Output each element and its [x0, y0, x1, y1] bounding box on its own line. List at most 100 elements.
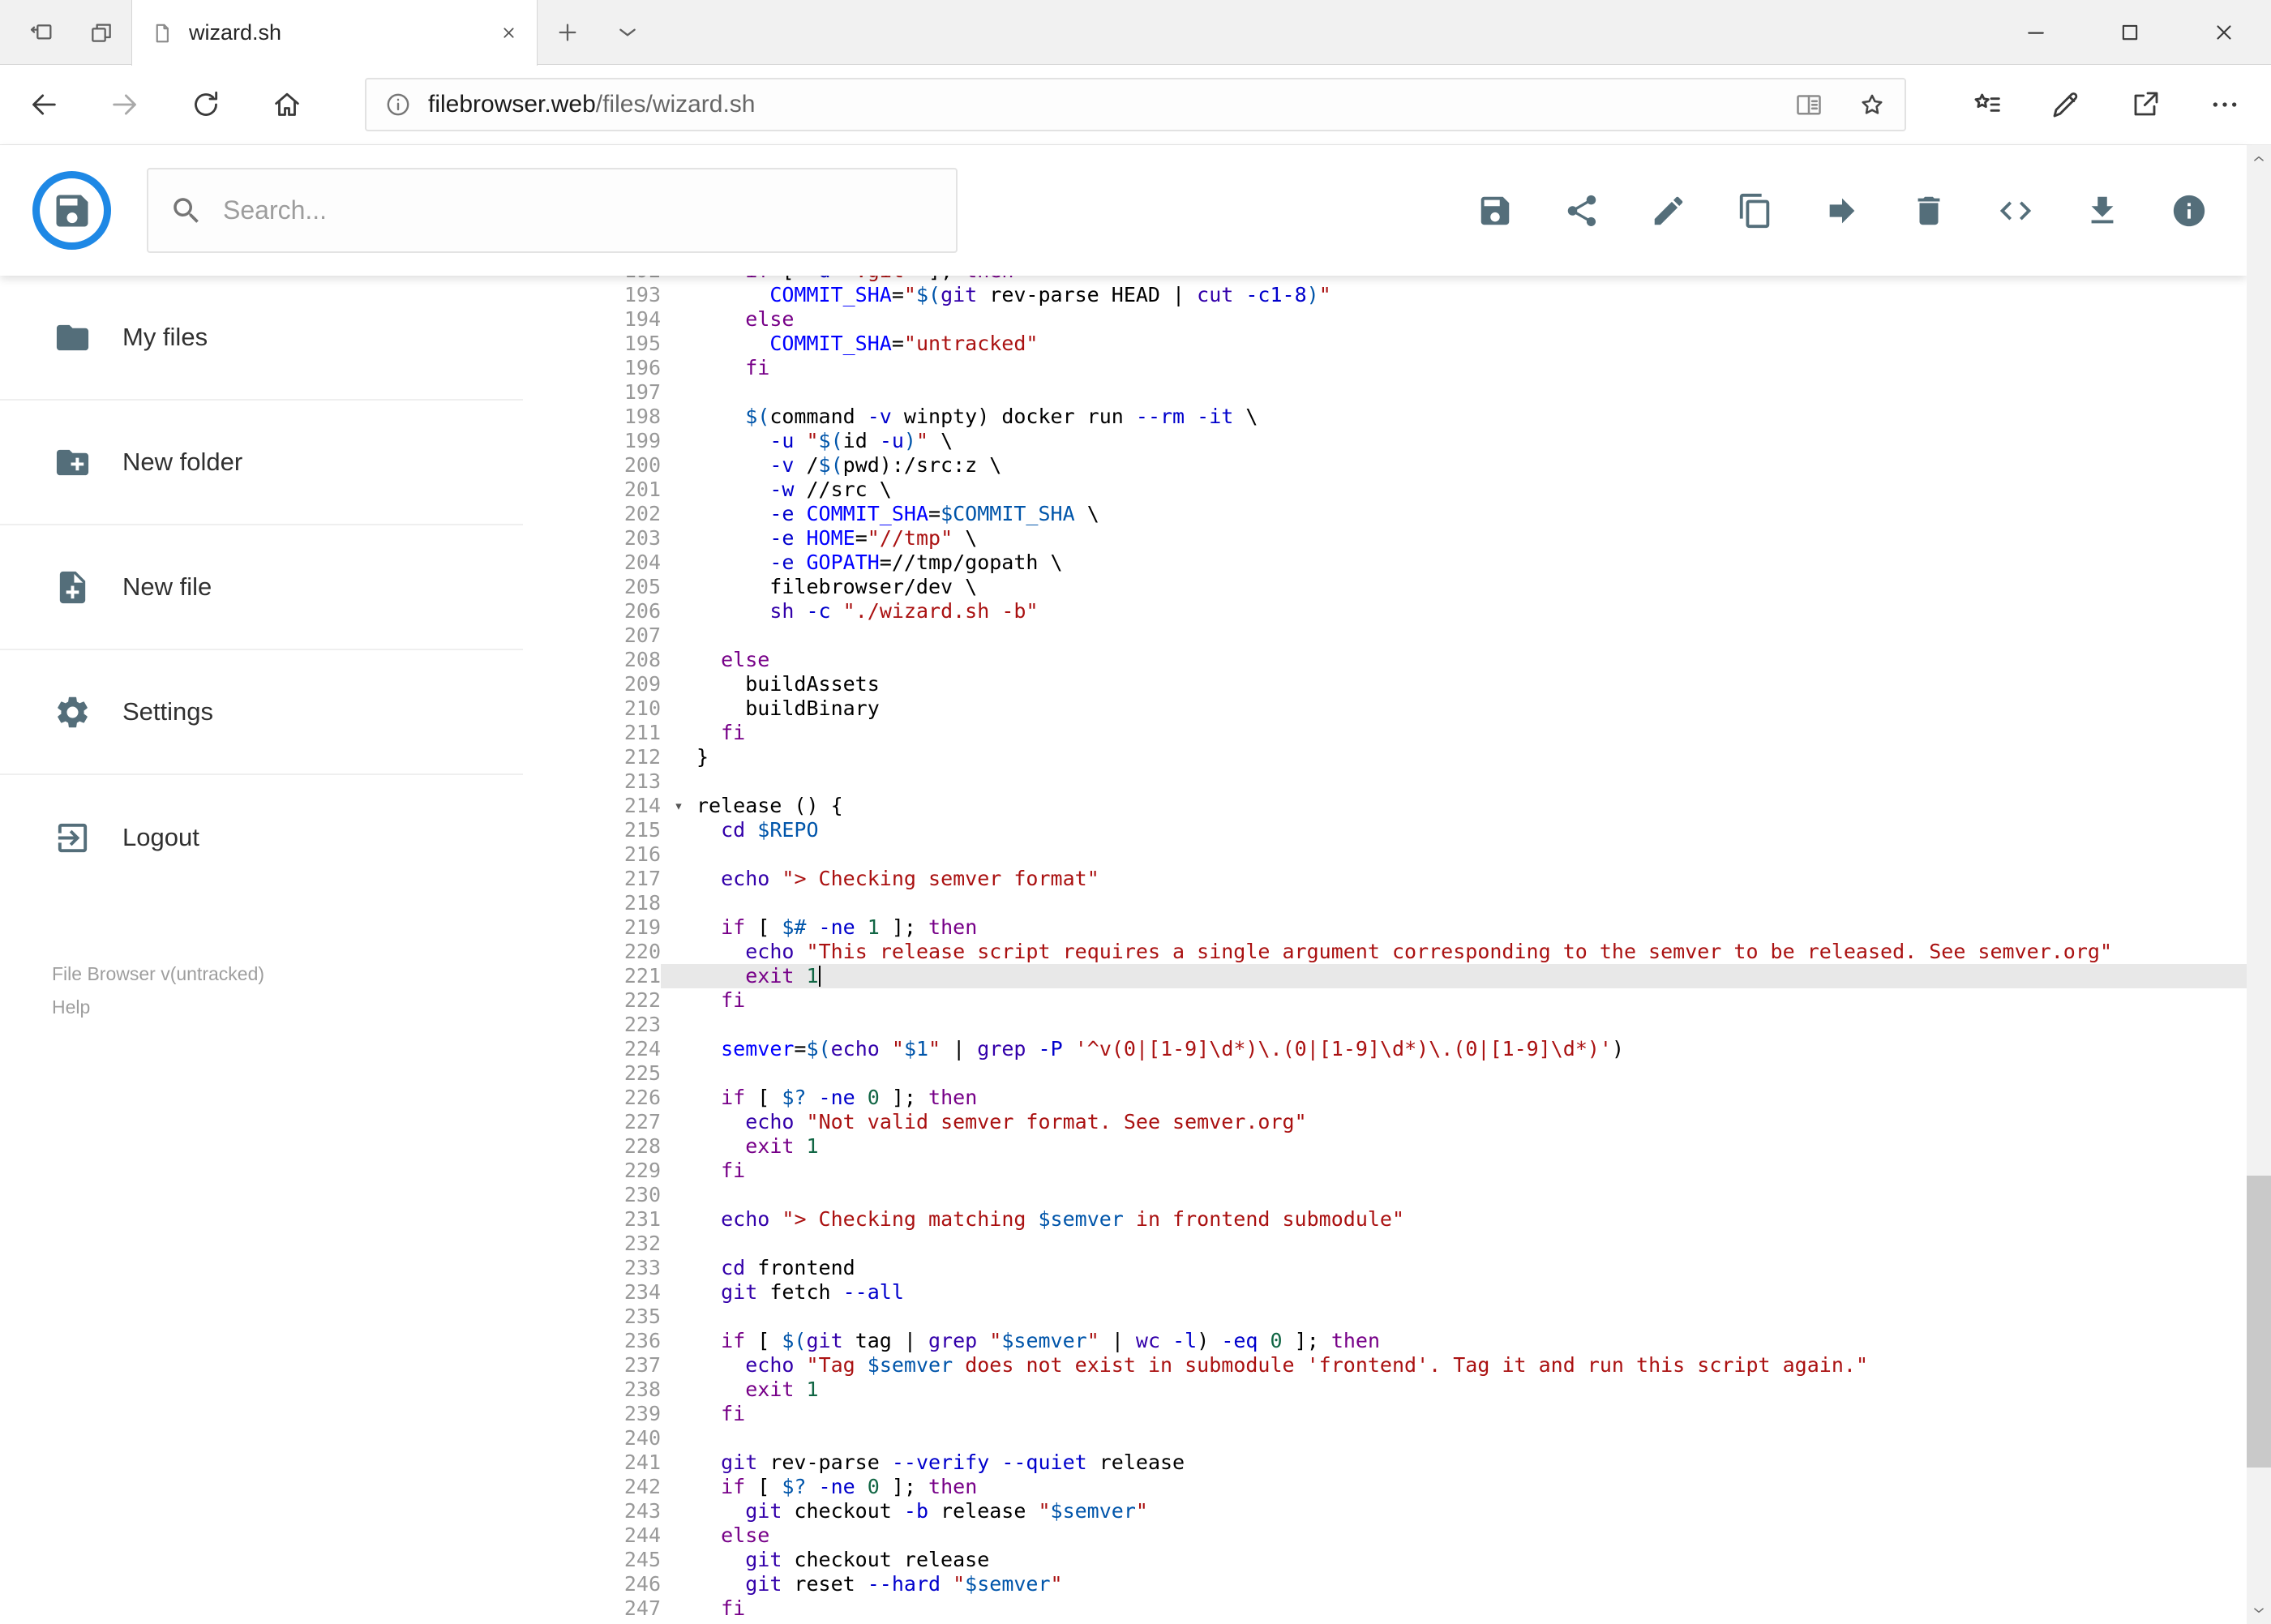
code-line[interactable]: 229 fi — [523, 1159, 2247, 1183]
code-line[interactable]: 201 -w //src \ — [523, 478, 2247, 502]
code-line[interactable]: 214 ▾ release () { — [523, 794, 2247, 818]
code-line[interactable]: 216 — [523, 842, 2247, 867]
code-line[interactable]: 232 — [523, 1232, 2247, 1256]
code-line[interactable]: 194 else — [523, 307, 2247, 332]
favorite-star-icon[interactable] — [1858, 90, 1887, 119]
page-info-icon[interactable] — [384, 91, 412, 118]
hub-button[interactable] — [1947, 65, 2026, 144]
code-line[interactable]: 207 — [523, 623, 2247, 648]
reading-view-icon[interactable] — [1794, 90, 1823, 119]
code-line[interactable]: 211 fi — [523, 721, 2247, 745]
code-line[interactable]: 238 exit 1 — [523, 1378, 2247, 1402]
code-line[interactable]: 202 -e COMMIT_SHA=$COMMIT_SHA \ — [523, 502, 2247, 526]
copy-button[interactable] — [1712, 167, 1798, 254]
code-line[interactable]: 204 -e GOPATH=//tmp/gopath \ — [523, 551, 2247, 575]
code-line[interactable]: 205 filebrowser/dev \ — [523, 575, 2247, 599]
code-line[interactable]: 200 -v /$(pwd):/src:z \ — [523, 453, 2247, 478]
code-line[interactable]: 219 if [ $# -ne 1 ]; then — [523, 915, 2247, 940]
code-line[interactable]: 217 echo "> Checking semver format" — [523, 867, 2247, 891]
code-line[interactable]: 222 fi — [523, 988, 2247, 1013]
code-editor[interactable]: 192 if [ -d ".git" ]; then193 COMMIT_SHA… — [523, 276, 2247, 1624]
code-line[interactable]: 212} — [523, 745, 2247, 769]
info-button[interactable] — [2145, 167, 2232, 254]
code-line[interactable]: 244 else — [523, 1523, 2247, 1548]
back-button[interactable] — [3, 65, 84, 144]
search-bar[interactable] — [147, 168, 958, 253]
scroll-up-icon[interactable] — [2247, 145, 2271, 173]
move-button[interactable] — [1798, 167, 1885, 254]
code-line[interactable]: 245 git checkout release — [523, 1548, 2247, 1572]
code-line[interactable]: 195 COMMIT_SHA="untracked" — [523, 332, 2247, 356]
code-line[interactable]: 210 buildBinary — [523, 696, 2247, 721]
code-line[interactable]: 231 echo "> Checking matching $semver in… — [523, 1207, 2247, 1232]
url-field[interactable]: filebrowser.web/files/wizard.sh — [365, 78, 1906, 131]
code-line[interactable]: 196 fi — [523, 356, 2247, 380]
share-button[interactable] — [1538, 167, 1625, 254]
sidebar-item-logout[interactable]: Logout — [0, 775, 523, 900]
scrollbar-thumb[interactable] — [2247, 1176, 2271, 1468]
code-line[interactable]: 227 echo "Not valid semver format. See s… — [523, 1110, 2247, 1134]
delete-button[interactable] — [1885, 167, 1972, 254]
scroll-down-icon[interactable] — [2247, 1596, 2271, 1624]
code-line[interactable]: 224 semver=$(echo "$1" | grep -P '^v(0|[… — [523, 1037, 2247, 1061]
sidebar-item-new-file[interactable]: New file — [0, 525, 523, 650]
code-line[interactable]: 235 — [523, 1305, 2247, 1329]
sidebar-item-my-files[interactable]: My files — [0, 276, 523, 401]
code-line[interactable]: 218 — [523, 891, 2247, 915]
code-line[interactable]: 193 COMMIT_SHA="$(git rev-parse HEAD | c… — [523, 283, 2247, 307]
refresh-button[interactable] — [165, 65, 246, 144]
code-line[interactable]: 209 buildAssets — [523, 672, 2247, 696]
search-input[interactable] — [223, 195, 935, 225]
code-line[interactable]: 197 — [523, 380, 2247, 405]
code-line[interactable]: 234 git fetch --all — [523, 1280, 2247, 1305]
sidebar-item-new-folder[interactable]: New folder — [0, 401, 523, 525]
help-link[interactable]: Help — [52, 996, 523, 1018]
tabs-preview-icon[interactable] — [71, 0, 131, 65]
code-line[interactable]: 199 -u "$(id -u)" \ — [523, 429, 2247, 453]
download-button[interactable] — [2059, 167, 2145, 254]
code-line[interactable]: 237 echo "Tag $semver does not exist in … — [523, 1353, 2247, 1378]
code-line[interactable]: 225 — [523, 1061, 2247, 1086]
code-line[interactable]: 239 fi — [523, 1402, 2247, 1426]
set-tabs-aside-icon[interactable] — [11, 0, 71, 65]
code-line[interactable]: 220 echo "This release script requires a… — [523, 940, 2247, 964]
code-line[interactable]: 247 fi — [523, 1596, 2247, 1621]
code-line[interactable]: 192 if [ -d ".git" ]; then — [523, 276, 2247, 283]
code-line[interactable]: 206 sh -c "./wizard.sh -b" — [523, 599, 2247, 623]
tab-close-icon[interactable] — [499, 23, 519, 43]
code-line[interactable]: 233 cd frontend — [523, 1256, 2247, 1280]
code-line[interactable]: 221 exit 1 — [523, 964, 2247, 988]
code-line[interactable]: 223 — [523, 1013, 2247, 1037]
code-line[interactable]: 246 git reset --hard "$semver" — [523, 1572, 2247, 1596]
close-button[interactable] — [2177, 0, 2271, 65]
maximize-button[interactable] — [2083, 0, 2177, 65]
home-button[interactable] — [246, 65, 328, 144]
tab-preview-chevron-icon[interactable] — [598, 0, 658, 65]
code-line[interactable]: 226 if [ $? -ne 0 ]; then — [523, 1086, 2247, 1110]
new-tab-button[interactable] — [538, 0, 598, 65]
more-menu-button[interactable] — [2185, 65, 2265, 144]
code-line[interactable]: 236 if [ $(git tag | grep "$semver" | wc… — [523, 1329, 2247, 1353]
code-line[interactable]: 198 $(command -v winpty) docker run --rm… — [523, 405, 2247, 429]
code-line[interactable]: 228 exit 1 — [523, 1134, 2247, 1159]
code-line[interactable]: 240 — [523, 1426, 2247, 1450]
active-tab[interactable]: wizard.sh — [131, 0, 538, 66]
code-line[interactable]: 215 cd $REPO — [523, 818, 2247, 842]
code-line[interactable]: 213 — [523, 769, 2247, 794]
save-button[interactable] — [1451, 167, 1538, 254]
fold-marker-icon[interactable]: ▾ — [661, 794, 696, 818]
code-line[interactable]: 243 git checkout -b release "$semver" — [523, 1499, 2247, 1523]
web-note-button[interactable] — [2026, 65, 2106, 144]
code-line[interactable]: 230 — [523, 1183, 2247, 1207]
code-line[interactable]: 241 git rev-parse --verify --quiet relea… — [523, 1450, 2247, 1475]
forward-button[interactable] — [84, 65, 165, 144]
share-page-button[interactable] — [2106, 65, 2185, 144]
code-view-button[interactable] — [1972, 167, 2059, 254]
code-line[interactable]: 208 else — [523, 648, 2247, 672]
sidebar-item-settings[interactable]: Settings — [0, 650, 523, 775]
code-line[interactable]: 242 if [ $? -ne 0 ]; then — [523, 1475, 2247, 1499]
minimize-button[interactable] — [1989, 0, 2083, 65]
code-line[interactable]: 203 -e HOME="//tmp" \ — [523, 526, 2247, 551]
page-scrollbar[interactable] — [2247, 145, 2271, 1624]
rename-button[interactable] — [1625, 167, 1712, 254]
